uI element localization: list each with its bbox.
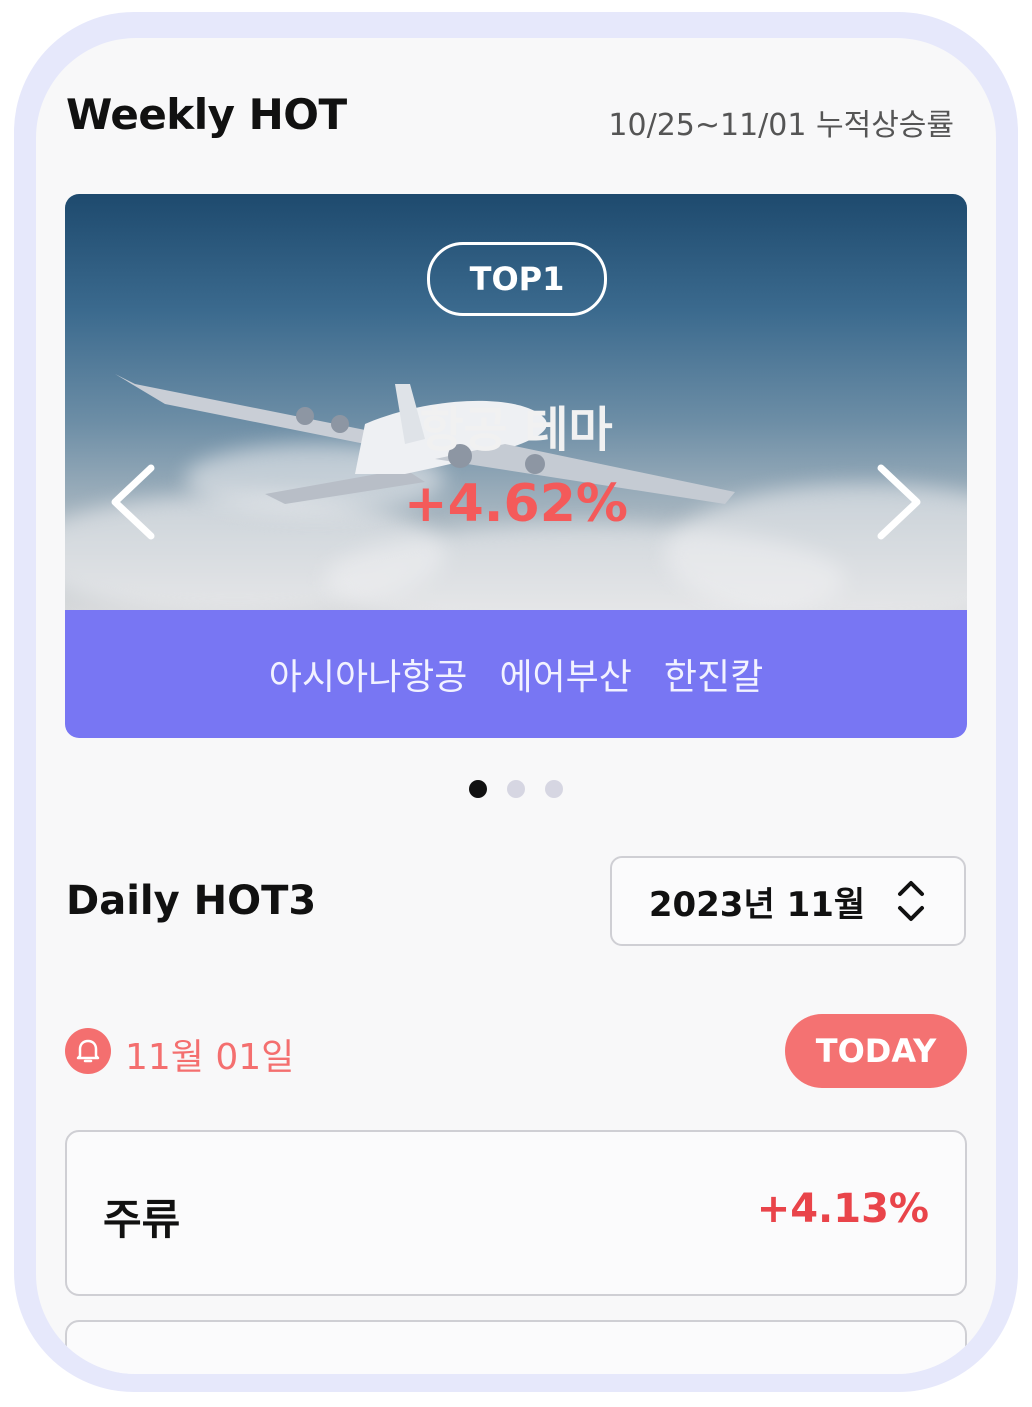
top-rank-badge: TOP1	[427, 242, 607, 316]
stock-link[interactable]: 아시아나항공	[269, 648, 468, 700]
stock-link[interactable]: 에어부산	[499, 648, 631, 700]
carousel-dot[interactable]	[507, 780, 525, 798]
carousel-pagination	[36, 780, 996, 798]
date-row: 11월 01일 TODAY	[65, 1014, 967, 1088]
daily-hot-item[interactable]: 주류 +4.13%	[65, 1130, 967, 1296]
chevron-right-icon[interactable]	[867, 462, 927, 542]
daily-hot-item-rate: +4.13%	[756, 1186, 929, 1232]
selected-date: 11월 01일	[125, 1037, 295, 1078]
stock-link[interactable]: 한진칼	[664, 648, 763, 700]
month-selector-value: 2023년 11월	[648, 884, 866, 925]
today-button[interactable]: TODAY	[785, 1014, 967, 1088]
daily-hot-title: Daily HOT3	[66, 878, 317, 924]
bell-icon	[65, 1028, 111, 1074]
weekly-hot-title: Weekly HOT	[66, 90, 347, 139]
daily-hot-item-name: 주류	[103, 1195, 181, 1244]
screen: Weekly HOT 10/25~11/01 누적상승률 TOP1 항공 테마 …	[36, 38, 996, 1374]
theme-name: 항공 테마	[419, 402, 613, 458]
month-selector[interactable]: 2023년 11월	[610, 856, 966, 946]
theme-rate: +4.62%	[404, 474, 628, 534]
weekly-hot-banner[interactable]: TOP1 항공 테마 +4.62% 아시아나항공 에어부산 한진칼	[65, 194, 967, 738]
up-down-chevron-icon	[898, 881, 925, 921]
daily-hot-item[interactable]	[65, 1320, 967, 1374]
theme-stock-list: 아시아나항공 에어부산 한진칼	[65, 610, 967, 738]
chevron-left-icon[interactable]	[105, 462, 165, 542]
weekly-range-label: 10/25~11/01 누적상승률	[608, 108, 954, 143]
carousel-dot[interactable]	[469, 780, 487, 798]
carousel-dot[interactable]	[545, 780, 563, 798]
